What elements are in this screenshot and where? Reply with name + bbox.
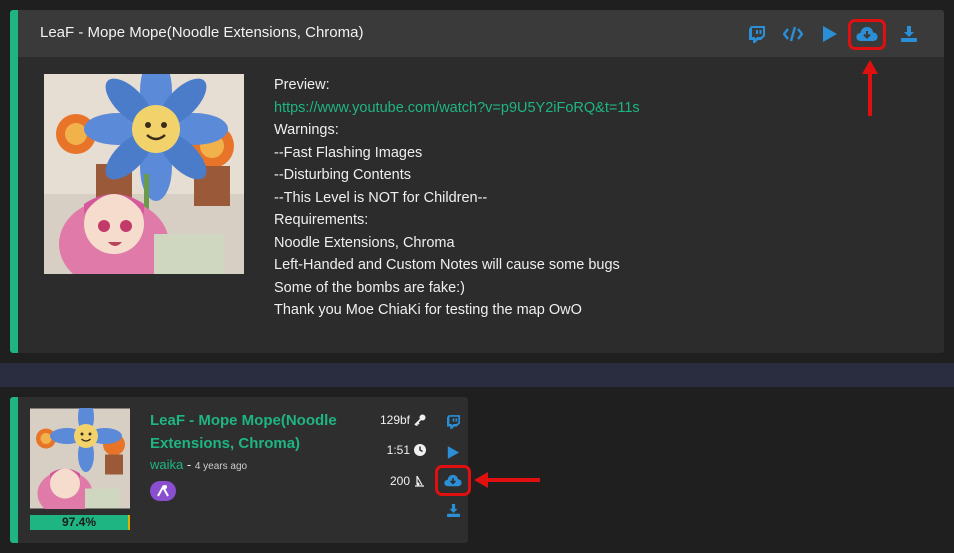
preview-link[interactable]: https://www.youtube.com/watch?v=p9U5Y2iF… [274,100,640,116]
section-divider [0,363,954,387]
preview-label: Preview: [274,77,330,93]
note-icon [414,475,426,487]
annotation-arrow-left [474,472,540,488]
upload-age: 4 years ago [194,461,248,472]
mapper-name[interactable]: waika [150,457,183,472]
twitch-icon[interactable] [744,21,770,47]
map-list-title[interactable]: LeaF - Mope Mope(Noodle Extensions, Chro… [150,409,350,455]
map-cover-art [44,57,244,289]
play-icon[interactable] [816,21,842,47]
map-description: Preview: https://www.youtube.com/watch?v… [274,74,640,322]
description-line: Thank you Moe ChiaKi for testing the map… [274,302,582,318]
map-detail-header: LeaF - Mope Mope(Noodle Extensions, Chro… [18,10,944,57]
description-line: --This Level is NOT for Children-- [274,189,488,206]
map-list-card[interactable]: 97.4% LeaF - Mope Mope(Noodle Extensions… [10,397,471,543]
description-line: --Fast Flashing Images [274,144,423,161]
twitch-icon[interactable] [442,411,464,433]
annotation-arrow-up [862,60,878,116]
stat-key: 129bf [380,413,426,427]
map-thumbnail[interactable] [30,400,130,516]
mapper-line: waika - 4 years ago [150,457,247,472]
stat-duration: 1:51 [387,443,426,457]
description-line: Noodle Extensions, Chroma [274,234,455,251]
map-duration: 1:51 [386,443,410,457]
map-title: LeaF - Mope Mope(Noodle Extensions, Chro… [40,24,364,41]
key-icon [414,414,426,426]
code-icon[interactable] [780,21,806,47]
map-key: 129bf [379,413,410,427]
description-line: Some of the bombs are fake:) [274,279,466,296]
stat-notes: 200 [390,474,426,488]
cloud-download-icon[interactable] [435,465,471,496]
description-line: Left-Handed and Custom Notes will cause … [274,257,620,273]
description-line: --Disturbing Contents [274,167,411,183]
map-notes: 200 [389,474,410,488]
map-detail-card: LeaF - Mope Mope(Noodle Extensions, Chro… [10,10,944,353]
download-icon[interactable] [896,21,922,47]
cloud-download-icon[interactable] [848,18,886,50]
download-icon[interactable] [442,499,464,521]
rating-bar: 97.4% [30,515,130,530]
mapper-separator: - [183,457,195,472]
description-line: Requirements: [274,212,369,228]
noodle-badge-icon [150,481,176,501]
clock-icon [414,444,426,456]
play-icon[interactable] [442,441,464,463]
description-line: Warnings: [274,122,339,138]
map-actions [734,18,922,50]
